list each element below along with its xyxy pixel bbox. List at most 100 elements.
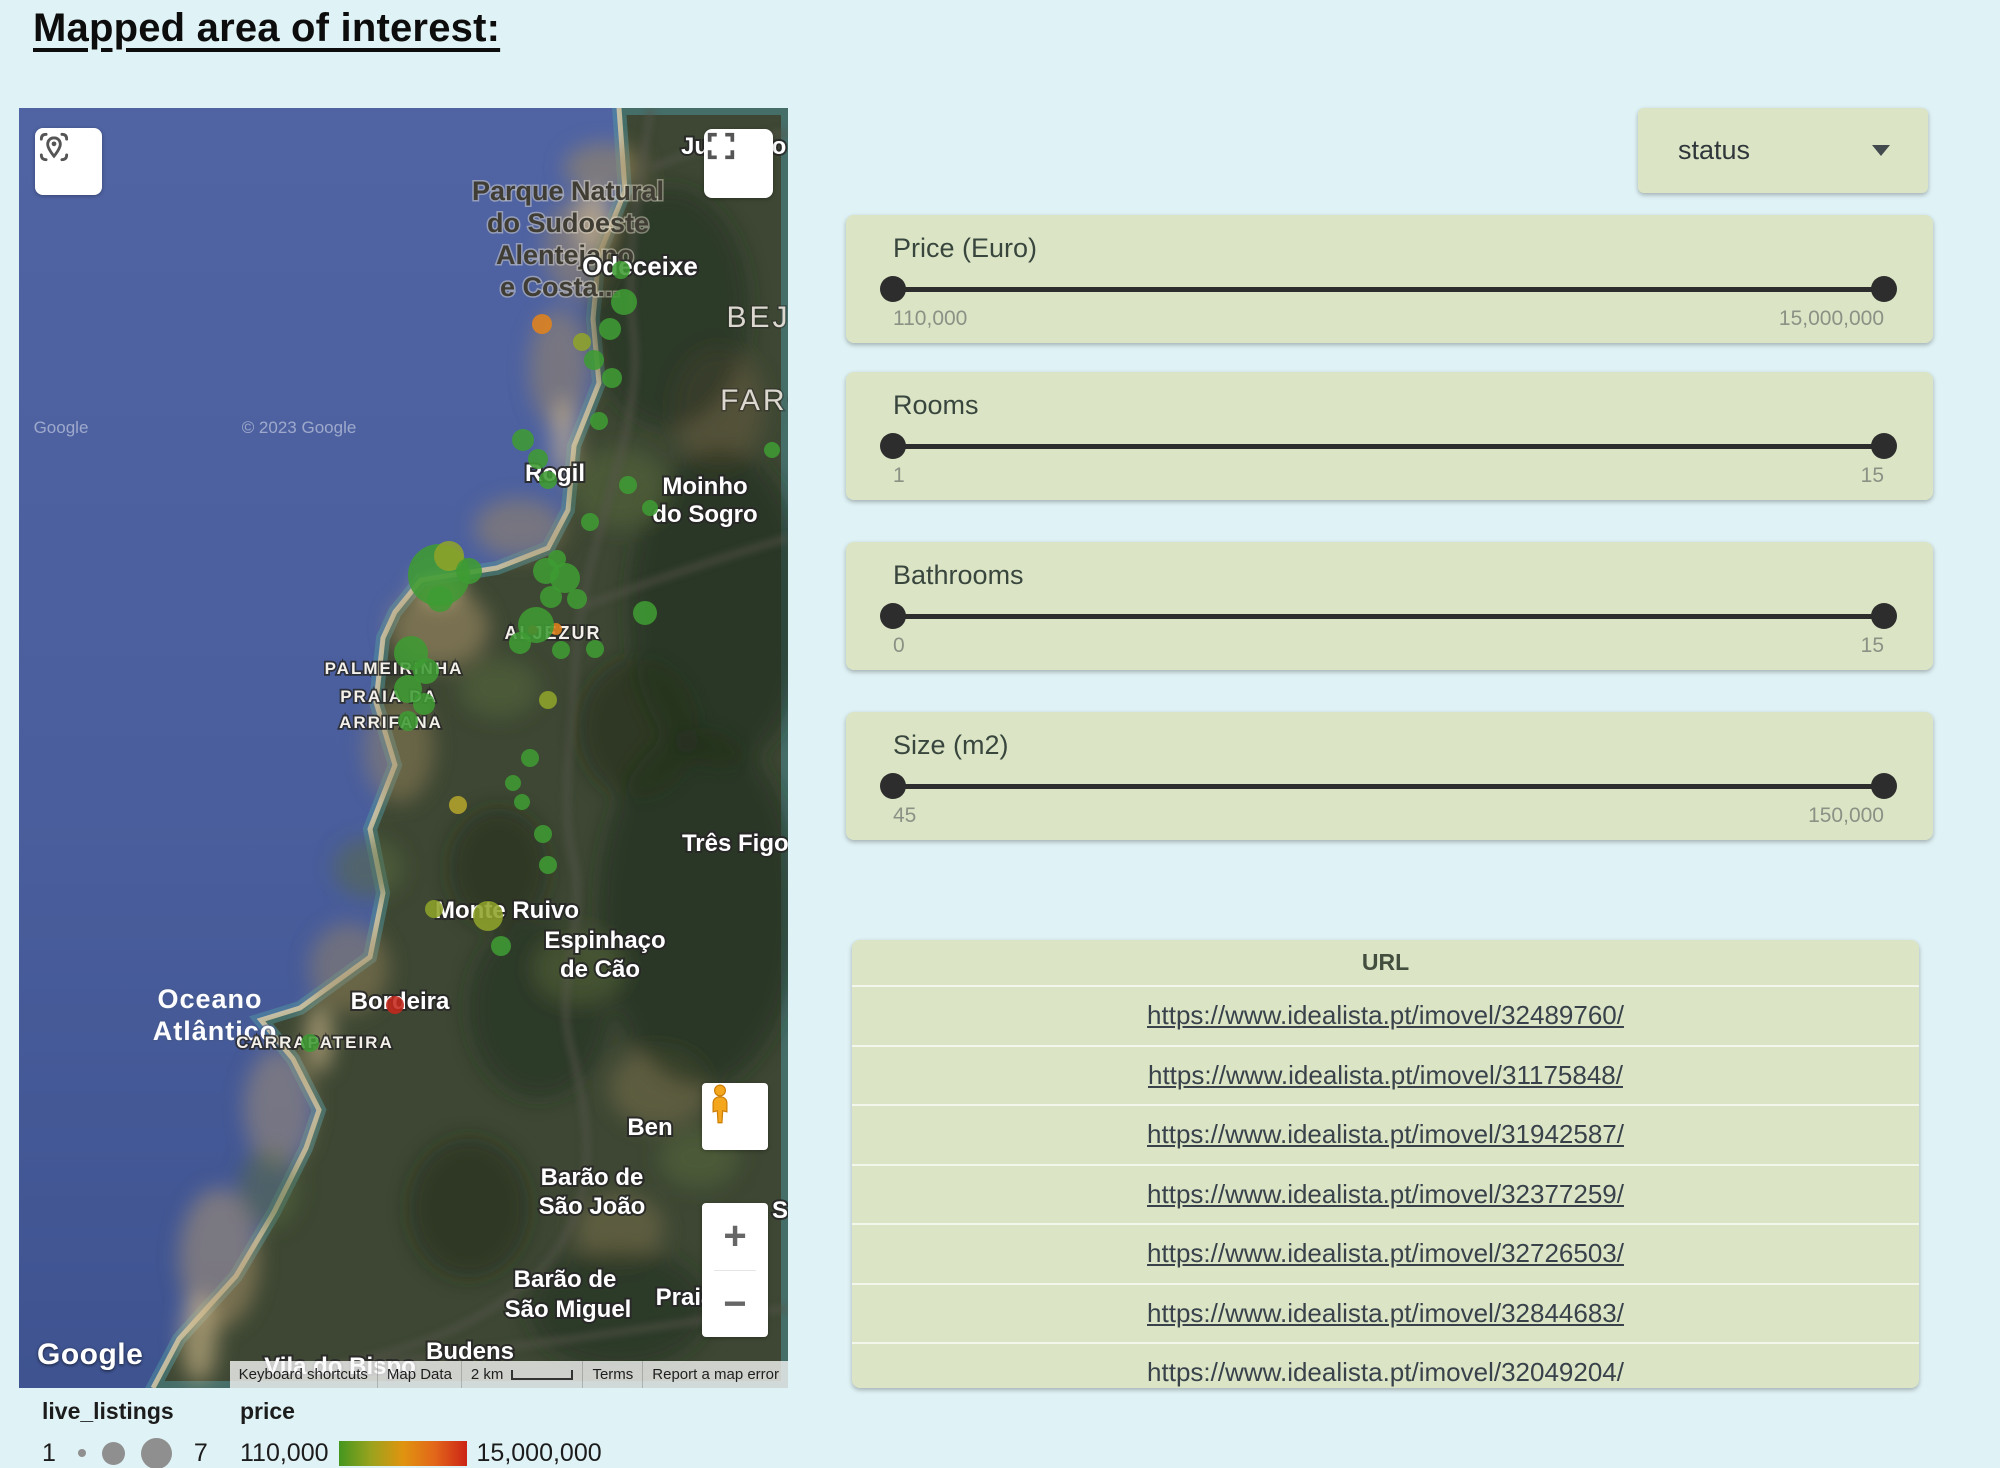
area-select-button[interactable] [35, 128, 102, 195]
listing-dot[interactable] [573, 333, 591, 351]
range-slider[interactable] [893, 604, 1884, 628]
slider-handle-max[interactable] [1871, 603, 1897, 629]
slider-label: Rooms [893, 390, 979, 421]
map-label: Ben [627, 1114, 672, 1141]
listing-dot[interactable] [611, 289, 637, 315]
listing-dot[interactable] [764, 442, 780, 458]
listing-dot[interactable] [619, 476, 637, 494]
listing-dot[interactable] [586, 640, 604, 658]
pegman-icon [702, 1083, 738, 1125]
keyboard-shortcuts-link[interactable]: Keyboard shortcuts [230, 1361, 377, 1388]
fullscreen-button[interactable] [704, 129, 773, 198]
map-label: BEJA [726, 301, 788, 334]
slider-handle-min[interactable] [880, 276, 906, 302]
listing-dot[interactable] [534, 825, 552, 843]
map[interactable]: Parque Naturaldo SudoesteAlentejanoe Cos… [19, 108, 788, 1388]
slider-max-label: 150,000 [1808, 804, 1884, 828]
fullscreen-icon [704, 129, 738, 163]
pegman-button[interactable] [702, 1083, 768, 1150]
slider-handle-max[interactable] [1871, 433, 1897, 459]
zoom-out-button[interactable]: − [702, 1271, 768, 1338]
listing-dot[interactable] [528, 449, 548, 469]
listing-dot[interactable] [633, 601, 657, 625]
dashboard: Mapped area of interest: [0, 0, 2000, 1468]
listing-dot[interactable] [548, 550, 566, 568]
range-slider[interactable] [893, 277, 1884, 301]
map-label: do Sogro [652, 501, 757, 528]
listing-dot[interactable] [552, 641, 570, 659]
terms-link[interactable]: Terms [582, 1361, 642, 1388]
slider-handle-min[interactable] [880, 773, 906, 799]
listing-dot[interactable] [473, 901, 503, 931]
slider-handle-min[interactable] [880, 603, 906, 629]
slider-card-bathrooms: Bathrooms015 [846, 542, 1933, 670]
listing-dot[interactable] [512, 429, 534, 451]
listing-dot[interactable] [425, 900, 443, 918]
slider-max-label: 15,000,000 [1779, 307, 1884, 331]
map-label: Monte Ruivo [435, 897, 579, 924]
listing-dot[interactable] [449, 796, 467, 814]
listing-dot[interactable] [491, 936, 511, 956]
zoom-in-button[interactable]: + [702, 1203, 768, 1270]
chevron-down-icon [1872, 145, 1890, 156]
listing-dot[interactable] [456, 558, 482, 584]
map-label: de Cão [560, 956, 640, 983]
zoom-control: + − [702, 1203, 768, 1337]
slider-handle-max[interactable] [1871, 276, 1897, 302]
url-link[interactable]: https://www.idealista.pt/imovel/32844683… [1147, 1298, 1624, 1329]
listing-dot[interactable] [602, 368, 622, 388]
listing-dot[interactable] [427, 586, 453, 612]
listing-dot[interactable] [540, 586, 562, 608]
status-dropdown[interactable]: status [1638, 108, 1928, 193]
url-link[interactable]: https://www.idealista.pt/imovel/32377259… [1147, 1179, 1624, 1210]
slider-track[interactable] [893, 784, 1884, 789]
url-link[interactable]: https://www.idealista.pt/imovel/32049204… [1147, 1357, 1624, 1388]
url-link[interactable]: https://www.idealista.pt/imovel/31942587… [1147, 1119, 1624, 1150]
slider-track[interactable] [893, 614, 1884, 619]
slider-max-label: 15 [1861, 464, 1884, 488]
listing-dot[interactable] [539, 471, 557, 489]
price-gradient-bar [339, 1441, 467, 1466]
listing-dot[interactable] [599, 318, 621, 340]
listing-dot[interactable] [584, 350, 604, 370]
listing-dot[interactable] [386, 996, 404, 1014]
slider-range-labels: 015 [893, 634, 1884, 658]
slider-card-rooms: Rooms 115 [846, 372, 1933, 500]
listing-dot[interactable] [509, 632, 531, 654]
listing-dot[interactable] [567, 589, 587, 609]
listing-dot[interactable] [539, 691, 557, 709]
table-row: https://www.idealista.pt/imovel/32489760… [852, 985, 1919, 1045]
range-slider[interactable] [893, 774, 1884, 798]
slider-track[interactable] [893, 444, 1884, 449]
listing-dot[interactable] [590, 412, 608, 430]
slider-handle-min[interactable] [880, 433, 906, 459]
google-logo: Google [37, 1338, 143, 1372]
url-link[interactable]: https://www.idealista.pt/imovel/32489760… [1147, 1000, 1624, 1031]
slider-track[interactable] [893, 287, 1884, 292]
map-label: Odeceixe [582, 251, 698, 281]
listing-dot[interactable] [642, 500, 658, 516]
listing-dot[interactable] [532, 314, 552, 334]
url-link[interactable]: https://www.idealista.pt/imovel/32726503… [1147, 1238, 1624, 1269]
listing-dot[interactable] [612, 261, 630, 279]
listing-dot[interactable] [398, 711, 418, 731]
listing-dot[interactable] [413, 693, 435, 715]
legend-size-max: 7 [194, 1439, 208, 1468]
url-link[interactable]: https://www.idealista.pt/imovel/31175848… [1148, 1060, 1623, 1091]
map-label: ARRIFANA [339, 713, 443, 732]
slider-handle-max[interactable] [1871, 773, 1897, 799]
map-label: Três Figos [682, 830, 788, 857]
map-label: Moinho [662, 473, 747, 500]
listing-dot[interactable] [581, 513, 599, 531]
map-data-link[interactable]: Map Data [377, 1361, 461, 1388]
listing-dot[interactable] [505, 775, 521, 791]
range-slider[interactable] [893, 434, 1884, 458]
report-map-error-link[interactable]: Report a map error [642, 1361, 788, 1388]
listing-dot[interactable] [514, 794, 530, 810]
slider-range-labels: 115 [893, 464, 1884, 488]
listing-dot[interactable] [521, 749, 539, 767]
map-label: do Sudoeste [487, 208, 649, 238]
listing-dot[interactable] [301, 1034, 319, 1052]
legend-price: price 110,000 15,000,000 [240, 1398, 602, 1468]
listing-dot[interactable] [539, 856, 557, 874]
